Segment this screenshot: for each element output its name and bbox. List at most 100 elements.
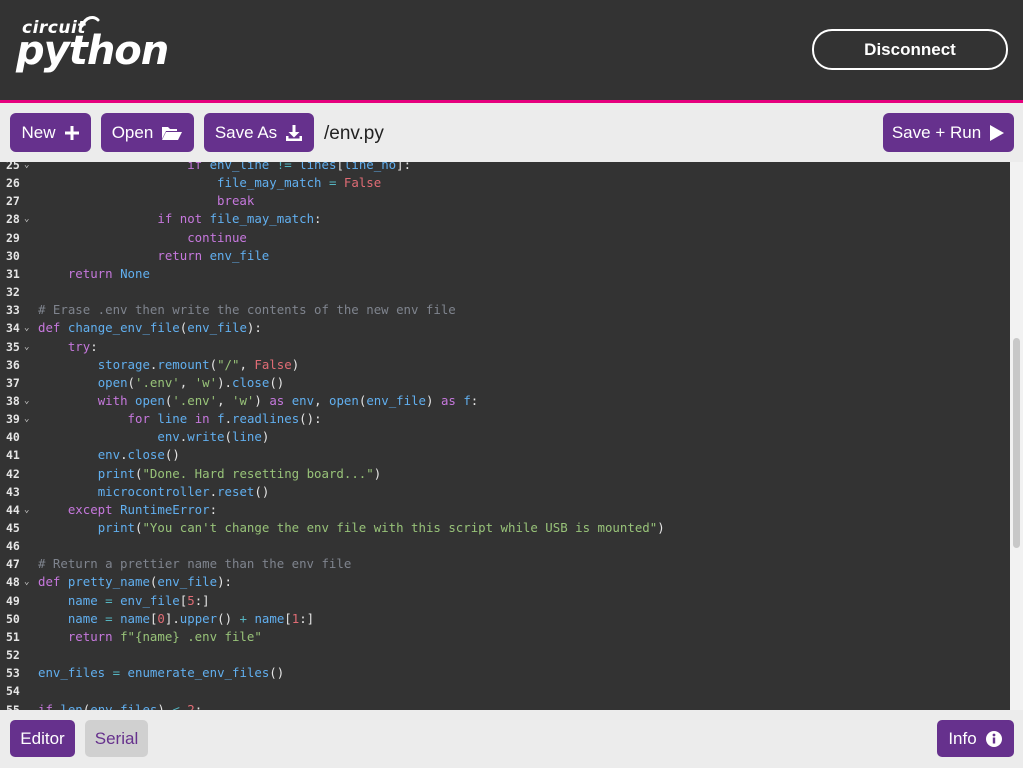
- code-line[interactable]: 55 ⌄ if len(env_files) < 2:: [0, 701, 1010, 711]
- fold-chevron-icon[interactable]: ⌄: [24, 701, 29, 711]
- save-as-button[interactable]: Save As: [204, 113, 314, 152]
- code-text: if len(env_files) < 2:: [38, 701, 203, 711]
- code-line[interactable]: 26 file_may_match = False: [0, 174, 1010, 192]
- plus-icon: [64, 125, 79, 140]
- line-number: 43: [6, 484, 20, 499]
- code-line[interactable]: 34 ⌄ def change_env_file(env_file):: [0, 319, 1010, 337]
- code-line[interactable]: 27 break: [0, 192, 1010, 210]
- code-line[interactable]: 31 return None: [0, 265, 1010, 283]
- code-text: print("You can't change the env file wit…: [97, 520, 665, 535]
- code-text: break: [217, 193, 255, 209]
- fold-chevron-icon[interactable]: ⌄: [24, 501, 29, 519]
- code-line[interactable]: 50 name = name[0].upper() + name[1:]: [0, 610, 1010, 628]
- code-line[interactable]: 47 # Return a prettier name than the env …: [0, 555, 1010, 573]
- line-number: 29: [6, 230, 20, 245]
- code-editor[interactable]: 25 ⌄ if env_line != lines[line_no]: 26 fil…: [0, 162, 1023, 710]
- code-line[interactable]: 45 print("You can't change the env file …: [0, 519, 1010, 537]
- code-text: for line in f.readlines():: [127, 411, 322, 427]
- code-text: env_files = enumerate_env_files(): [38, 665, 285, 681]
- code-area[interactable]: 25 ⌄ if env_line != lines[line_no]: 26 fil…: [0, 162, 1010, 710]
- new-button-label: New: [21, 122, 56, 142]
- code-text: microcontroller.reset(): [97, 483, 270, 499]
- code-text: if env_line != lines[line_no]:: [187, 162, 412, 172]
- code-line[interactable]: 37 open('.env', 'w').close(): [0, 374, 1010, 392]
- code-line[interactable]: 49 name = env_file[5:]: [0, 592, 1010, 610]
- code-line[interactable]: 29 continue: [0, 229, 1010, 247]
- code-line[interactable]: 39 ⌄ for line in f.readlines():: [0, 410, 1010, 428]
- line-number: 50: [6, 611, 20, 626]
- code-line[interactable]: 52: [0, 646, 1010, 664]
- toolbar: New Open Save As /env.py Save + Run: [0, 103, 1023, 162]
- code-line[interactable]: 38 ⌄ with open('.env', 'w') as env, open(…: [0, 392, 1010, 410]
- logo-big-text: python: [16, 28, 169, 74]
- code-line[interactable]: 43 microcontroller.reset(): [0, 483, 1010, 501]
- line-number: 47: [6, 557, 20, 572]
- code-line[interactable]: 42 print("Done. Hard resetting board..."…: [0, 465, 1010, 483]
- line-number: 36: [6, 357, 20, 372]
- open-button-label: Open: [111, 122, 154, 142]
- code-line[interactable]: 40 env.write(line): [0, 428, 1010, 446]
- code-text: return None: [67, 265, 150, 281]
- fold-chevron-icon[interactable]: ⌄: [24, 392, 29, 410]
- line-number: 32: [6, 285, 20, 300]
- code-text: file_may_match = False: [217, 175, 382, 191]
- code-line[interactable]: 46: [0, 537, 1010, 555]
- code-line[interactable]: 32: [0, 283, 1010, 301]
- code-line[interactable]: 41 env.close(): [0, 446, 1010, 464]
- code-line[interactable]: 30 return env_file: [0, 247, 1010, 265]
- open-button[interactable]: Open: [101, 113, 194, 152]
- snake-icon: [80, 16, 100, 28]
- tab-editor[interactable]: Editor: [10, 720, 75, 757]
- line-number: 54: [6, 684, 20, 699]
- code-text: name = name[0].upper() + name[1:]: [67, 610, 315, 626]
- code-line[interactable]: 25 ⌄ if env_line != lines[line_no]:: [0, 162, 1010, 174]
- code-text: env.close(): [97, 447, 180, 463]
- code-text: continue: [187, 229, 247, 245]
- code-line[interactable]: 48 ⌄ def pretty_name(env_file):: [0, 573, 1010, 591]
- fold-chevron-icon[interactable]: ⌄: [24, 338, 29, 356]
- code-text: open('.env', 'w').close(): [97, 374, 285, 390]
- line-number: 31: [6, 266, 20, 281]
- circuitpython-logo: circuit python: [16, 14, 169, 78]
- fold-chevron-icon[interactable]: ⌄: [24, 210, 29, 228]
- line-number: 27: [6, 194, 20, 209]
- save-run-button-label: Save + Run: [891, 122, 982, 142]
- fold-chevron-icon[interactable]: ⌄: [24, 319, 29, 337]
- footer: Editor Serial Info: [0, 710, 1023, 768]
- fold-chevron-icon[interactable]: ⌄: [24, 573, 29, 591]
- code-line[interactable]: 51 return f"{name} .env file": [0, 628, 1010, 646]
- line-number: 46: [6, 539, 20, 554]
- line-number: 51: [6, 629, 20, 644]
- code-text: # Erase .env then write the contents of …: [38, 302, 456, 318]
- code-line[interactable]: 53 env_files = enumerate_env_files(): [0, 664, 1010, 682]
- download-icon: [286, 124, 303, 141]
- line-number: 45: [6, 521, 20, 535]
- line-number: 37: [6, 375, 20, 390]
- info-button[interactable]: Info: [937, 720, 1014, 757]
- code-text: print("Done. Hard resetting board..."): [97, 465, 382, 481]
- disconnect-button[interactable]: Disconnect: [812, 29, 1008, 70]
- editor-scrollbar[interactable]: [1010, 162, 1023, 710]
- save-run-button[interactable]: Save + Run: [883, 113, 1014, 152]
- new-button[interactable]: New: [10, 113, 91, 152]
- line-number: 40: [6, 430, 20, 445]
- line-number: 30: [6, 248, 20, 263]
- fold-chevron-icon[interactable]: ⌄: [24, 162, 29, 174]
- tab-serial[interactable]: Serial: [85, 720, 148, 757]
- info-icon: [985, 730, 1002, 747]
- scrollbar-thumb[interactable]: [1013, 338, 1020, 548]
- code-text: def pretty_name(env_file):: [38, 574, 232, 590]
- code-text: return f"{name} .env file": [67, 628, 262, 644]
- line-number: 49: [6, 593, 20, 608]
- code-line[interactable]: 36 storage.remount("/", False): [0, 356, 1010, 374]
- code-line[interactable]: 44 ⌄ except RuntimeError:: [0, 501, 1010, 519]
- code-text: except RuntimeError:: [67, 501, 218, 517]
- line-number: 42: [6, 466, 20, 481]
- code-line[interactable]: 33 # Erase .env then write the contents o…: [0, 301, 1010, 319]
- info-button-label: Info: [948, 728, 977, 748]
- code-line[interactable]: 28 ⌄ if not file_may_match:: [0, 210, 1010, 228]
- fold-chevron-icon[interactable]: ⌄: [24, 410, 29, 428]
- code-line[interactable]: 35 ⌄ try:: [0, 338, 1010, 356]
- code-text: with open('.env', 'w') as env, open(env_…: [97, 392, 479, 408]
- code-line[interactable]: 54: [0, 682, 1010, 700]
